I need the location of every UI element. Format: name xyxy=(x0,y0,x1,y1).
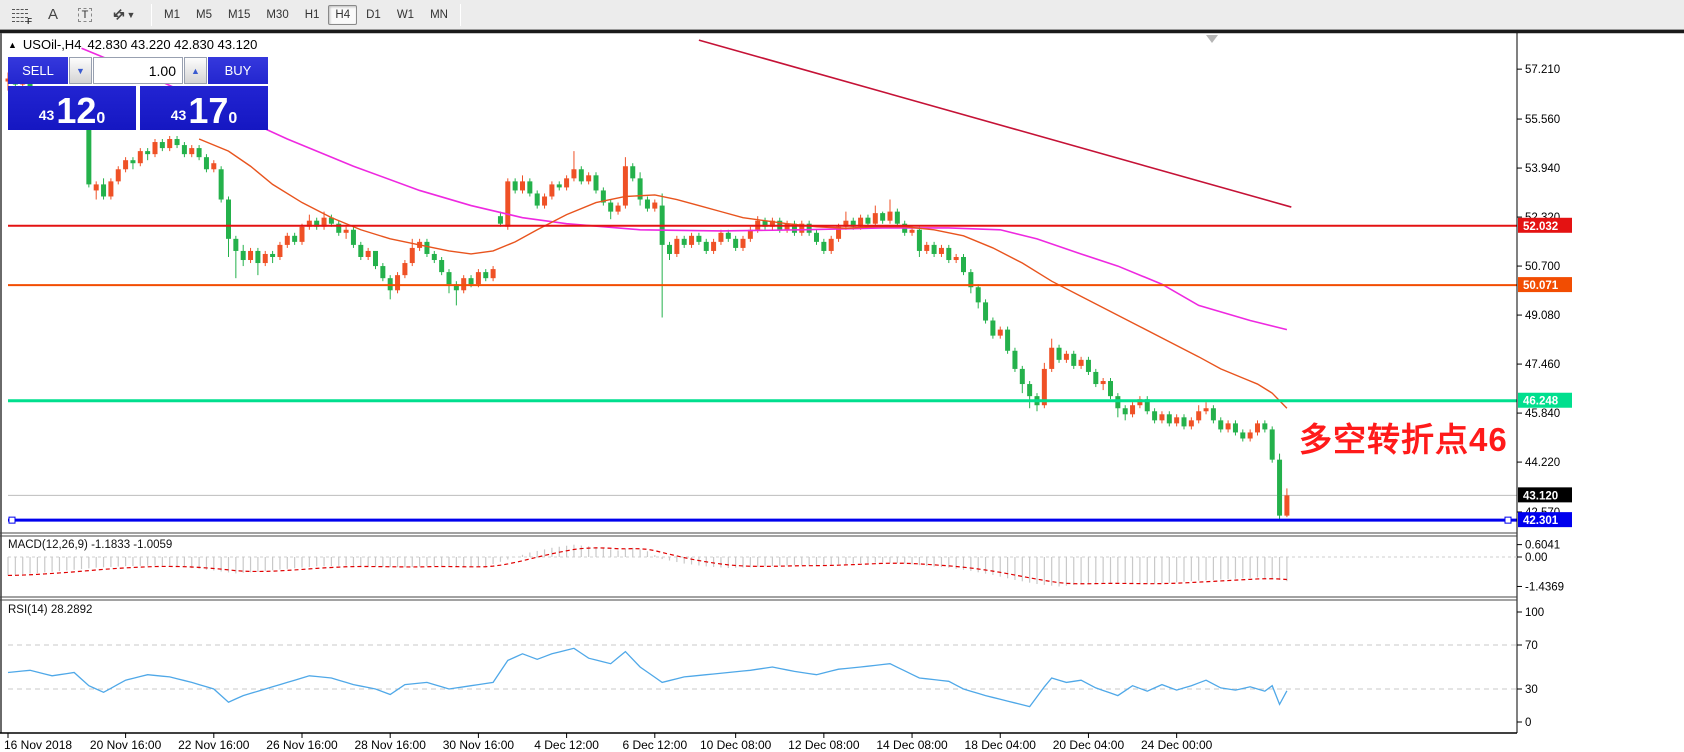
svg-text:26 Nov 16:00: 26 Nov 16:00 xyxy=(266,738,338,752)
svg-text:16 Nov 2018: 16 Nov 2018 xyxy=(4,738,72,752)
svg-text:0: 0 xyxy=(1525,717,1531,729)
spinner-up-icon: ▲ xyxy=(191,66,200,76)
one-click-trading-panel: SELL ▼ ▲ BUY 43 12 0 43 17 0 xyxy=(8,57,268,130)
macd-indicator-label: MACD(12,26,9) -1.1833 -1.0059 xyxy=(8,539,172,551)
svg-text:52.032: 52.032 xyxy=(1523,221,1558,233)
sell-button[interactable]: SELL xyxy=(8,57,68,84)
ohlc-values: 42.830 43.220 42.830 43.120 xyxy=(87,37,257,52)
timeframe-button-M30[interactable]: M30 xyxy=(259,5,295,25)
text-box-tool-button[interactable]: T xyxy=(70,3,100,27)
svg-text:10 Dec 08:00: 10 Dec 08:00 xyxy=(700,738,772,752)
trendline-layer xyxy=(699,40,1291,207)
chevron-down-icon: ▼ xyxy=(126,10,135,20)
svg-text:49.080: 49.080 xyxy=(1525,310,1560,322)
price-axis[interactable]: 57.21055.56053.94052.32050.70049.08047.4… xyxy=(1517,64,1572,527)
toolbar-separator xyxy=(151,4,152,26)
timeframe-button-D1[interactable]: D1 xyxy=(359,5,388,25)
svg-text:28 Nov 16:00: 28 Nov 16:00 xyxy=(355,738,427,752)
chart-frame xyxy=(0,33,1684,734)
symbol-label: USOil-,H4 xyxy=(23,37,82,52)
sell-price-big: 12 xyxy=(56,94,96,128)
spinner-down-icon: ▼ xyxy=(76,66,85,76)
svg-text:24 Dec 00:00: 24 Dec 00:00 xyxy=(1141,738,1213,752)
buy-price-sup: 0 xyxy=(228,110,237,128)
svg-text:4 Dec 12:00: 4 Dec 12:00 xyxy=(534,738,599,752)
letter-a-icon: A xyxy=(48,6,58,23)
descending-trendline[interactable] xyxy=(699,40,1291,207)
svg-text:20 Dec 04:00: 20 Dec 04:00 xyxy=(1053,738,1125,752)
svg-text:55.560: 55.560 xyxy=(1525,114,1560,126)
svg-text:0.6041: 0.6041 xyxy=(1525,540,1560,552)
arrows-icon: ⇵ xyxy=(109,5,128,24)
rsi-line xyxy=(8,648,1287,706)
horizontal-lines-layer xyxy=(8,226,1517,523)
rsi-panel: 100 70 30 0 xyxy=(8,607,1544,729)
chart-shift-triangle-icon xyxy=(1206,35,1218,43)
timeframe-button-M5[interactable]: M5 xyxy=(189,5,219,25)
volume-field-wrap xyxy=(93,57,183,84)
toolbar-separator xyxy=(460,4,461,26)
svg-text:100: 100 xyxy=(1525,607,1544,619)
timeframe-button-M1[interactable]: M1 xyxy=(157,5,187,25)
timeframe-bar: M1M5M15M30H1H4D1W1MN xyxy=(156,5,456,25)
macd-panel: 0.60410.00 -1.4369 xyxy=(8,540,1564,594)
timeframe-button-H4[interactable]: H4 xyxy=(328,5,357,25)
text-box-icon: T xyxy=(78,8,93,22)
rsi-indicator-label: RSI(14) 28.2892 xyxy=(8,604,92,616)
ma-fast xyxy=(199,139,1287,408)
svg-text:53.940: 53.940 xyxy=(1525,163,1560,175)
svg-text:42.301: 42.301 xyxy=(1523,515,1559,527)
svg-text:6 Dec 12:00: 6 Dec 12:00 xyxy=(622,738,687,752)
collapse-triangle-icon[interactable]: ▲ xyxy=(8,40,17,50)
fibonacci-tool-button[interactable]: F xyxy=(6,3,36,27)
svg-text:50.071: 50.071 xyxy=(1523,280,1559,292)
svg-text:50.700: 50.700 xyxy=(1525,261,1560,273)
hline-handle xyxy=(9,517,15,523)
mt4-window: 57.21055.56053.94052.32050.70049.08047.4… xyxy=(0,0,1684,752)
svg-text:43.120: 43.120 xyxy=(1523,490,1558,502)
text-label-tool-button[interactable]: A xyxy=(38,3,68,27)
arrows-tool-button[interactable]: ⇵ ▼ xyxy=(102,3,146,27)
svg-text:12 Dec 08:00: 12 Dec 08:00 xyxy=(788,738,860,752)
timeframe-button-W1[interactable]: W1 xyxy=(390,5,421,25)
buy-price-tile[interactable]: 43 17 0 xyxy=(140,86,268,130)
svg-text:46.248: 46.248 xyxy=(1523,396,1559,408)
volume-input[interactable] xyxy=(94,58,182,83)
buy-price-big: 17 xyxy=(188,94,228,128)
hline-handle xyxy=(1505,517,1511,523)
svg-text:47.460: 47.460 xyxy=(1525,359,1560,371)
svg-text:70: 70 xyxy=(1525,640,1538,652)
shift-marker xyxy=(1206,35,1218,43)
sell-price-tile[interactable]: 43 12 0 xyxy=(8,86,136,130)
svg-text:30: 30 xyxy=(1525,684,1538,696)
candles-layer xyxy=(6,69,1290,520)
svg-text:44.220: 44.220 xyxy=(1525,457,1560,469)
sell-price-prefix: 43 xyxy=(39,107,55,123)
svg-text:14 Dec 08:00: 14 Dec 08:00 xyxy=(876,738,948,752)
sell-price-sup: 0 xyxy=(96,110,105,128)
buy-price-prefix: 43 xyxy=(171,107,187,123)
volume-increase-button[interactable]: ▲ xyxy=(184,57,207,84)
volume-decrease-button[interactable]: ▼ xyxy=(69,57,92,84)
fibonacci-lines-icon: F xyxy=(12,8,30,22)
svg-text:-1.4369: -1.4369 xyxy=(1525,581,1564,593)
toolbar: F A T ⇵ ▼ M1M5M15M30H1H4D1W1MN xyxy=(0,0,1684,30)
svg-text:45.840: 45.840 xyxy=(1525,408,1560,420)
quote-header: ▲ USOil-,H4 42.830 43.220 42.830 43.120 xyxy=(8,37,257,52)
svg-text:0.00: 0.00 xyxy=(1525,552,1547,564)
svg-text:18 Dec 04:00: 18 Dec 04:00 xyxy=(965,738,1037,752)
timeframe-button-H1[interactable]: H1 xyxy=(298,5,327,25)
timeframe-button-MN[interactable]: MN xyxy=(423,5,455,25)
svg-text:57.210: 57.210 xyxy=(1525,64,1560,76)
svg-text:30 Nov 16:00: 30 Nov 16:00 xyxy=(443,738,515,752)
timeframe-button-M15[interactable]: M15 xyxy=(221,5,257,25)
svg-text:22 Nov 16:00: 22 Nov 16:00 xyxy=(178,738,250,752)
ma-fast-orange-line xyxy=(199,139,1287,408)
buy-button[interactable]: BUY xyxy=(208,57,268,84)
svg-text:20 Nov 16:00: 20 Nov 16:00 xyxy=(90,738,162,752)
chart-text-annotation[interactable]: 多空转折点46 xyxy=(1299,423,1508,456)
time-axis[interactable]: 16 Nov 2018 20 Nov 16:00 22 Nov 16:00 26 No… xyxy=(4,733,1213,752)
